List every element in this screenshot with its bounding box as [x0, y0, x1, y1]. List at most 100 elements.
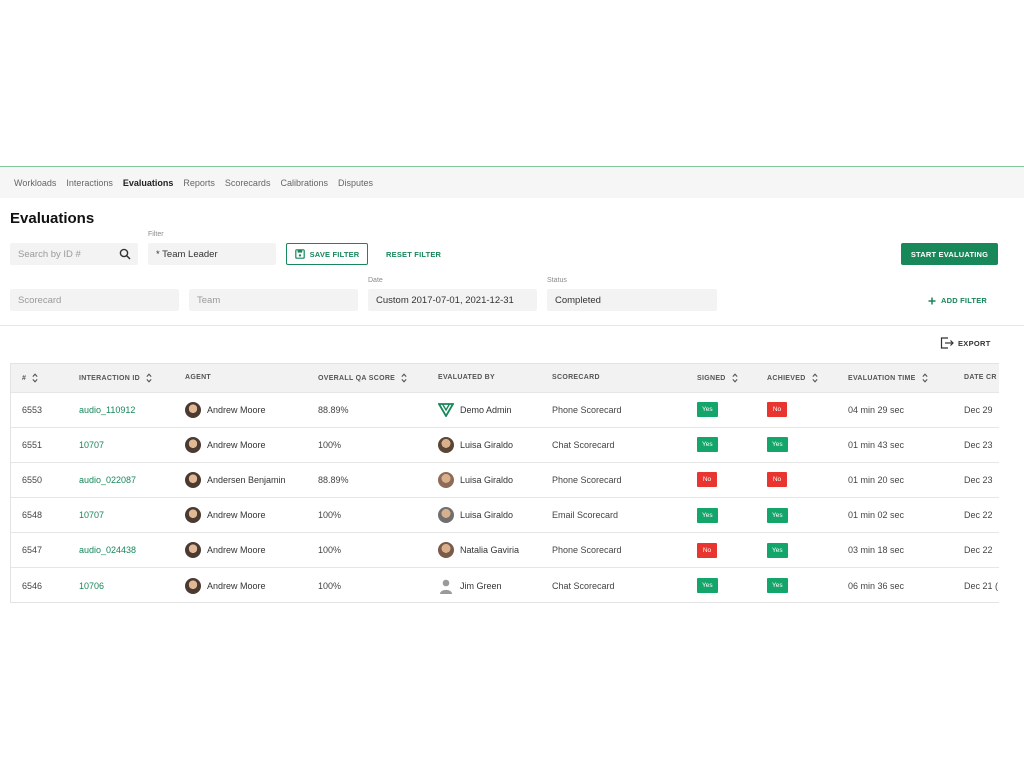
status-value: Completed	[555, 294, 601, 306]
nav-interactions[interactable]: Interactions	[66, 178, 113, 188]
col-header-agent: AGENT	[185, 374, 211, 382]
nav-calibrations[interactable]: Calibrations	[280, 178, 328, 188]
col-header-qa-score[interactable]: OVERALL QA SCORE	[307, 364, 427, 392]
cell-interaction-id[interactable]: audio_022087	[68, 462, 174, 497]
cell-date-created: Dec 23	[964, 474, 993, 485]
start-evaluating-button[interactable]: START EVALUATING	[901, 243, 998, 265]
cell-interaction-id[interactable]: audio_024438	[68, 533, 174, 568]
table-row[interactable]: 6551 10707 Andrew Moore 100% Luisa Giraldo Ch…	[11, 427, 999, 462]
table-row[interactable]: 6547 audio_024438 Andrew Moore 100% Natalia …	[11, 532, 999, 568]
sort-icon[interactable]	[146, 373, 152, 383]
sort-icon[interactable]	[811, 373, 818, 383]
col-header-interaction-id[interactable]: INTERACTION ID	[68, 364, 174, 392]
cell-scorecard: Phone Scorecard	[552, 404, 622, 415]
table-header-row: # INTERACTION ID AGENT OVERALL QA SCORE …	[11, 364, 999, 392]
achieved-badge: Yes	[767, 437, 788, 453]
date-range-select[interactable]: Custom 2017-07-01, 2021-12-31	[368, 289, 537, 311]
cell-qa-score: 100%	[318, 580, 342, 591]
cell-date-created: Dec 29	[964, 404, 993, 415]
cell-scorecard: Phone Scorecard	[552, 474, 622, 485]
cell-agent: Andersen Benjamin	[174, 462, 307, 497]
status-select[interactable]: Completed	[547, 289, 717, 311]
sort-icon[interactable]	[401, 373, 407, 383]
cell-qa-score: 100%	[318, 510, 342, 521]
col-header-evaluation-time[interactable]: EVALUATION TIME	[837, 364, 953, 392]
signed-badge: Yes	[697, 437, 718, 453]
sort-icon[interactable]	[732, 373, 738, 383]
table-row[interactable]: 6548 10707 Andrew Moore 100% Luisa Giraldo Em…	[11, 497, 999, 533]
reset-filter-button[interactable]: RESET FILTER	[386, 250, 441, 259]
scorecard-placeholder: Scorecard	[18, 294, 62, 306]
page-title: Evaluations	[10, 210, 95, 227]
cell-agent: Andrew Moore	[174, 533, 307, 568]
interaction-link[interactable]: 10707	[79, 440, 104, 450]
avatar	[185, 507, 201, 524]
achieved-badge: No	[767, 472, 787, 488]
evaluator-name: Natalia Gaviria	[460, 545, 520, 556]
search-placeholder: Search by ID #	[18, 248, 81, 260]
search-input[interactable]: Search by ID #	[10, 243, 138, 265]
nav-disputes[interactable]: Disputes	[338, 178, 373, 188]
cell-agent: Andrew Moore	[174, 392, 307, 427]
team-select[interactable]: Team	[189, 289, 358, 311]
cell-qa-score: 88.89%	[318, 474, 349, 485]
scorecard-select[interactable]: Scorecard	[10, 289, 179, 311]
cell-achieved: No	[756, 462, 837, 497]
cell-qa-score: 88.89%	[318, 404, 349, 415]
cell-scorecard: Email Scorecard	[552, 510, 619, 521]
achieved-badge: Yes	[767, 507, 788, 523]
cell-signed: Yes	[686, 427, 756, 462]
interaction-link[interactable]: audio_022087	[79, 475, 136, 485]
cell-interaction-id[interactable]: 10707	[68, 427, 174, 462]
start-evaluating-label: START EVALUATING	[910, 249, 989, 259]
cell-date-created: Dec 21 (	[964, 580, 999, 591]
cell-date-created: Dec 22	[964, 510, 993, 521]
sort-icon[interactable]	[922, 373, 928, 383]
export-button[interactable]: EXPORT	[940, 337, 991, 349]
divider	[0, 325, 1024, 326]
interaction-link[interactable]: 10706	[79, 581, 104, 591]
interaction-link[interactable]: 10707	[79, 510, 104, 520]
cell-signed: Yes	[686, 392, 756, 427]
cell-interaction-id[interactable]: 10707	[68, 498, 174, 533]
agent-name: Andrew Moore	[207, 510, 266, 521]
cell-interaction-id[interactable]: 10706	[68, 568, 174, 602]
agent-name: Andersen Benjamin	[207, 474, 286, 485]
cell-evaluation-time: 04 min 29 sec	[848, 404, 905, 415]
col-header-evaluated-by: EVALUATED BY	[438, 374, 496, 382]
filter-select[interactable]: * Team Leader	[148, 243, 276, 265]
interaction-link[interactable]: audio_110912	[79, 405, 135, 415]
cell-scorecard: Phone Scorecard	[552, 545, 622, 556]
nav-workloads[interactable]: Workloads	[14, 178, 56, 188]
export-label: EXPORT	[958, 338, 991, 348]
sort-icon[interactable]	[32, 373, 38, 383]
cell-agent: Andrew Moore	[174, 498, 307, 533]
cell-interaction-id[interactable]: audio_110912	[68, 392, 174, 427]
table-row[interactable]: 6546 10706 Andrew Moore 100% Jim Green Chat S…	[11, 567, 999, 602]
plus-icon	[928, 297, 936, 304]
evaluator-name: Jim Green	[460, 580, 502, 591]
top-nav: Workloads Interactions Evaluations Repor…	[0, 166, 1024, 198]
search-icon[interactable]	[119, 248, 131, 260]
agent-name: Andrew Moore	[207, 580, 266, 591]
save-filter-button[interactable]: SAVE FILTER	[286, 243, 368, 265]
cell-evaluated-by: Luisa Giraldo	[427, 427, 541, 462]
cell-achieved: No	[756, 392, 837, 427]
signed-badge: Yes	[697, 402, 718, 418]
col-header-scorecard: SCORECARD	[552, 374, 600, 382]
table-row[interactable]: 6553 audio_110912 Andrew Moore 88.89% Demo A…	[11, 392, 999, 427]
cell-id: 6550	[22, 474, 43, 485]
add-filter-button[interactable]: ADD FILTER	[928, 296, 987, 305]
nav-reports[interactable]: Reports	[183, 178, 215, 188]
table-row[interactable]: 6550 audio_022087 Andersen Benjamin 88.89% L…	[11, 462, 999, 497]
col-header-achieved[interactable]: ACHIEVED	[756, 364, 837, 392]
export-icon	[940, 337, 954, 349]
nav-evaluations[interactable]: Evaluations	[123, 178, 174, 188]
interaction-link[interactable]: audio_024438	[79, 545, 136, 555]
date-label: Date	[368, 277, 383, 284]
col-header-number[interactable]: #	[11, 364, 68, 392]
add-filter-label: ADD FILTER	[941, 296, 988, 305]
col-header-signed[interactable]: SIGNED	[686, 364, 756, 392]
agent-name: Andrew Moore	[207, 439, 266, 450]
nav-scorecards[interactable]: Scorecards	[225, 178, 271, 188]
